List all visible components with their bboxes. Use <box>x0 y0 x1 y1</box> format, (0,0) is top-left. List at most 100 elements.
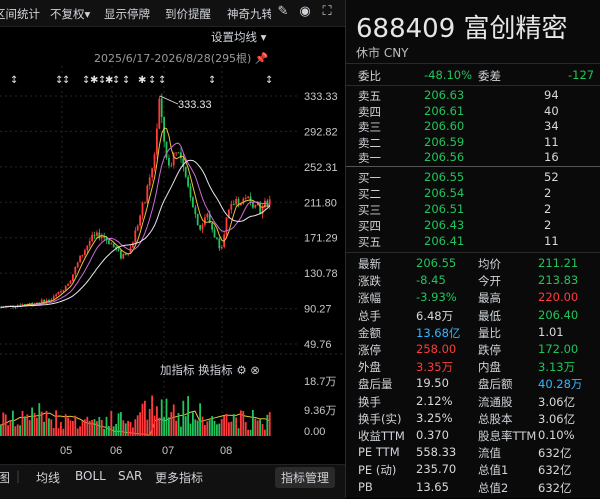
stat-value: 13.65 <box>416 479 449 494</box>
volume-bar <box>208 420 211 436</box>
price-alert-button[interactable]: 到价提醒 <box>165 6 211 22</box>
volume-bar <box>67 417 69 436</box>
ask-label: 卖五 <box>358 89 381 103</box>
x-tick-label: 07 <box>162 445 174 457</box>
stat-row: PE (动) 235.70 总值1 632亿 <box>358 462 598 478</box>
ask-row: 卖二 206.59 11 <box>358 135 598 151</box>
volume-bar <box>2 412 5 436</box>
volume-bar <box>117 413 120 436</box>
volume-bar <box>57 428 60 436</box>
candle-body <box>67 283 69 286</box>
volume-bar <box>192 412 194 436</box>
interval-stats-button[interactable]: 区间统计 <box>0 6 40 22</box>
candle-body <box>110 243 113 245</box>
volume-bar <box>9 420 12 436</box>
switch-indicator-button[interactable]: 换指标 <box>198 363 233 377</box>
draw-pen-icon[interactable]: ✎ <box>276 5 290 19</box>
candle-body <box>247 196 249 198</box>
candle-body <box>160 98 163 118</box>
fullscreen-icon[interactable]: ⛶ <box>320 5 334 19</box>
volume-bar <box>103 428 105 436</box>
volume-bar <box>88 420 91 436</box>
y-tick-label: 252.31 <box>304 162 338 174</box>
volume-bar <box>163 416 165 436</box>
stat-row: PB 13.65 总值2 632亿 <box>358 480 598 496</box>
volume-bar <box>134 419 137 436</box>
volume-bar <box>175 420 177 436</box>
stat-label: 盘后量 <box>358 377 393 392</box>
y-tick-label: 49.76 <box>304 339 332 351</box>
volume-bar <box>120 412 122 436</box>
stat-value: 172.00 <box>538 342 579 356</box>
peak-annotation: 333.33 <box>159 95 212 111</box>
volume-bar <box>249 429 252 436</box>
volume-bar <box>48 418 50 436</box>
stat-row: 涨跌 -8.45 今开 213.83 <box>358 273 598 289</box>
volume-bar <box>230 421 233 436</box>
y-tick-label: 292.82 <box>304 126 338 138</box>
kline-chart[interactable]: ↕ ↕ ↕ ↕ ✱ ↕ ✱ ↕ ↕ ✱ ↕ ↕ ↕ ↕ 333.33 292.82 252.31 211.80 1… <box>0 26 345 498</box>
grid-lines <box>0 66 345 436</box>
volume-bar <box>81 421 84 436</box>
event-marker: ↕ <box>122 75 130 86</box>
volume-bar <box>153 415 156 436</box>
candle-body <box>14 306 17 308</box>
magic-nine-button[interactable]: 神奇九转 <box>227 6 271 22</box>
candle-body <box>100 235 103 239</box>
stock-code: 688409 <box>356 14 456 44</box>
candle-body <box>232 203 235 205</box>
volume-bar <box>165 398 168 436</box>
volume-bar <box>172 404 175 436</box>
candle-body <box>196 214 199 226</box>
no-adjust-dropdown[interactable]: 不复权▾ <box>50 6 90 22</box>
volume-bar <box>62 428 65 436</box>
stat-label: 涨幅 <box>358 291 381 306</box>
stat-value: 1.01 <box>538 324 564 339</box>
indicator-manage-button[interactable]: 指标管理 <box>275 467 336 488</box>
date-range-label: 2025/6/17-2026/8/28(295根) 📌 <box>94 52 269 65</box>
volume-bar <box>40 411 43 436</box>
stat-label: 总值2 <box>478 480 509 495</box>
eye-icon[interactable]: ◉ <box>298 5 312 19</box>
sar-tab[interactable]: SAR <box>118 469 142 483</box>
show-halt-button[interactable]: 显示停牌 <box>104 6 150 22</box>
candle-body <box>225 217 228 235</box>
candle-body <box>98 232 101 239</box>
market-status: 休市 CNY <box>356 46 409 60</box>
stat-row: 收益TTM 0.370 股息率TTM 0.10% <box>358 428 598 444</box>
stat-value: 13.68亿 <box>416 325 461 340</box>
candle-body <box>81 254 84 256</box>
volume-bar <box>108 425 110 436</box>
candle-body <box>132 242 134 248</box>
event-marker: ✱ <box>138 75 146 86</box>
bid-price: 206.51 <box>424 202 465 216</box>
more-indicators-tab[interactable]: 更多指标 <box>155 469 203 486</box>
candle-body <box>180 152 182 159</box>
stat-value: 632亿 <box>538 463 572 478</box>
close-circle-icon[interactable]: ⊗ <box>250 363 260 377</box>
gear-icon[interactable]: ⚙ <box>236 363 246 377</box>
x-tick-label: 08 <box>220 445 232 457</box>
volume-bar <box>242 411 245 436</box>
volume-bar <box>79 426 81 436</box>
chart-tab[interactable]: 图 <box>0 469 10 486</box>
candle-body <box>218 238 221 249</box>
stat-value: 258.00 <box>416 342 457 356</box>
volume-bar <box>84 419 86 436</box>
x-tick-label: 05 <box>60 445 72 457</box>
x-axis-labels: 05 06 07 08 <box>60 445 232 457</box>
stat-row: 换手 2.12% 流通股 3.06亿 <box>358 394 598 410</box>
set-ma-button[interactable]: 设置均线 ▾ <box>211 29 266 45</box>
add-indicator-button[interactable]: 加指标 <box>160 363 195 377</box>
bid-row: 买一 206.55 52 <box>358 170 598 186</box>
volume-bar <box>237 428 240 436</box>
candle-body <box>108 240 110 244</box>
boll-tab[interactable]: BOLL <box>75 469 106 483</box>
candle-body <box>168 157 170 166</box>
stock-title: 688409 富创精密 <box>356 8 568 45</box>
ask-price: 206.63 <box>424 88 465 102</box>
ma-tab[interactable]: 均线 <box>36 469 60 486</box>
candle-body <box>139 215 141 226</box>
pin-icon[interactable]: 📌 <box>255 52 269 65</box>
volume-bar <box>74 415 77 436</box>
